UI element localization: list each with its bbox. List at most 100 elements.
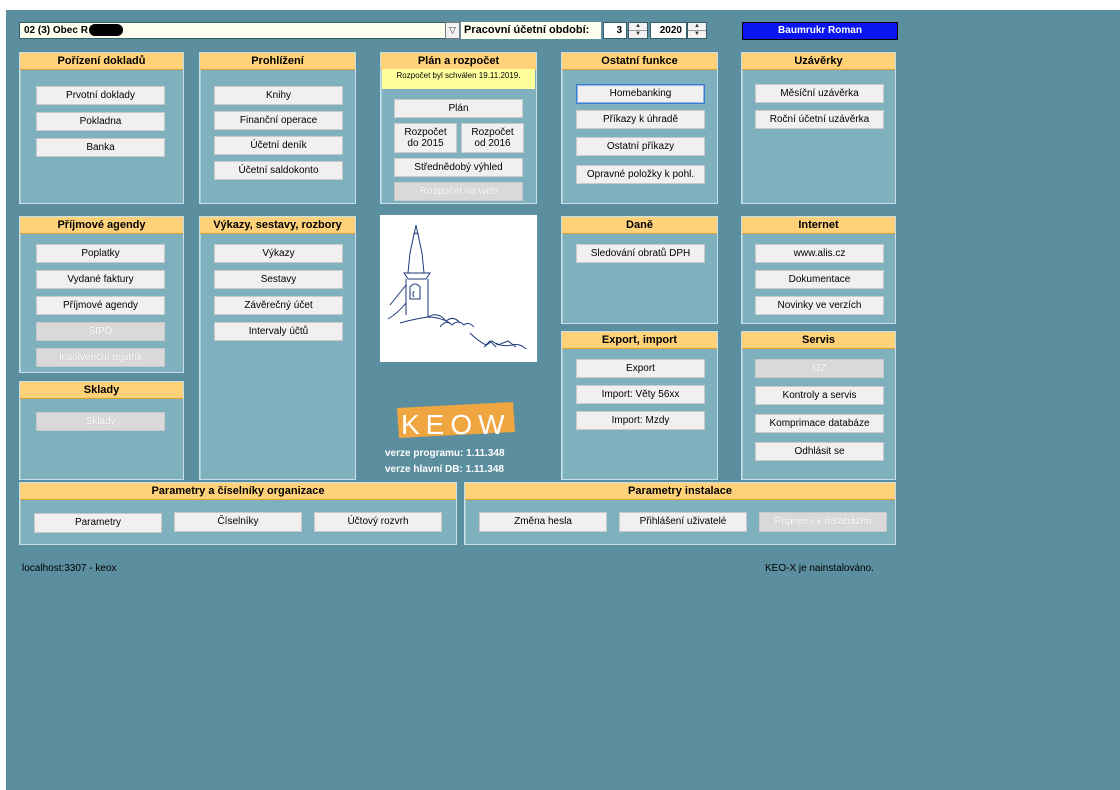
sledovani-obratu-dph-button[interactable]: Sledování obratů DPH bbox=[576, 244, 705, 263]
parametry-button[interactable]: Parametry bbox=[34, 513, 162, 533]
ucetni-saldokonto-button[interactable]: Účetní saldokonto bbox=[214, 161, 343, 180]
year-input[interactable]: 2020 bbox=[650, 22, 687, 39]
strednedoby-vyhled-button[interactable]: Střednědobý výhled bbox=[394, 158, 523, 177]
panel-title: Export, import bbox=[562, 332, 717, 349]
dokumentace-button[interactable]: Dokumentace bbox=[755, 270, 884, 289]
year-spinner[interactable]: ▲ ▼ bbox=[687, 22, 707, 39]
panel-sklady: Sklady Sklady bbox=[19, 381, 184, 480]
budget-approved-note: Rozpočet byl schválen 19.11.2019. bbox=[382, 69, 535, 89]
novinky-button[interactable]: Novinky ve verzích bbox=[755, 296, 884, 315]
financni-operace-button[interactable]: Finanční operace bbox=[214, 111, 343, 130]
ciselniky-button[interactable]: Číselníky bbox=[174, 512, 302, 532]
sestavy-button[interactable]: Sestavy bbox=[214, 270, 343, 289]
panel-title: Příjmové agendy bbox=[20, 217, 183, 234]
period-label: Pracovní účetní období: bbox=[461, 22, 601, 39]
panel-parametry-organizace: Parametry a číselníky organizace Paramet… bbox=[19, 482, 457, 545]
panel-prohlizeni: Prohlížení Knihy Finanční operace Účetní… bbox=[199, 52, 356, 204]
rozpocet-do-2015-button[interactable]: Rozpočet do 2015 bbox=[394, 123, 457, 153]
chevron-down-icon[interactable]: ▽ bbox=[445, 22, 460, 39]
panel-internet: Internet www.alis.cz Dokumentace Novinky… bbox=[741, 216, 896, 324]
pripojeni-k-databazim-button[interactable]: Připojení k databázím bbox=[759, 512, 887, 532]
insolvencni-rejstrik-button[interactable]: Insolvenční rejstřík bbox=[36, 348, 165, 367]
connection-status: localhost:3307 - keox bbox=[22, 563, 117, 574]
zmena-hesla-button[interactable]: Změna hesla bbox=[479, 512, 607, 532]
prihlaseni-uzivatele-button[interactable]: Přihlášení uživatelé bbox=[619, 512, 747, 532]
odhlasit-se-button[interactable]: Odhlásit se bbox=[755, 442, 884, 461]
sipo-button[interactable]: SIPO bbox=[36, 322, 165, 341]
logo-image bbox=[380, 215, 537, 362]
panel-title: Daně bbox=[562, 217, 717, 234]
prijmove-agendy-button[interactable]: Příjmové agendy bbox=[36, 296, 165, 315]
button-line: od 2016 bbox=[474, 138, 511, 149]
panel-export-import: Export, import Export Import: Věty 56xx … bbox=[561, 331, 718, 480]
panel-title: Výkazy, sestavy, rozbory bbox=[200, 217, 355, 234]
plan-button[interactable]: Plán bbox=[394, 99, 523, 118]
panel-dane: Daně Sledování obratů DPH bbox=[561, 216, 718, 324]
rozpocet-od-2016-button[interactable]: Rozpočet od 2016 bbox=[461, 123, 524, 153]
panel-vykazy: Výkazy, sestavy, rozbory Výkazy Sestavy … bbox=[199, 216, 356, 480]
rozpocet-na-web-button[interactable]: Rozpočet na web bbox=[394, 182, 523, 201]
panel-title: Pořízení dokladů bbox=[20, 53, 183, 70]
user-name: Baumrukr Roman bbox=[742, 22, 898, 40]
spin-up-icon[interactable]: ▲ bbox=[629, 23, 647, 31]
banka-button[interactable]: Banka bbox=[36, 138, 165, 157]
panel-title: Plán a rozpočet bbox=[381, 53, 536, 70]
month-input[interactable]: 3 bbox=[603, 22, 627, 39]
export-button[interactable]: Export bbox=[576, 359, 705, 378]
panel-parametry-instalace: Parametry instalace Změna hesla Přihláše… bbox=[464, 482, 896, 545]
ucetni-denik-button[interactable]: Účetní deník bbox=[214, 136, 343, 155]
panel-title: Ostatní funkce bbox=[562, 53, 717, 70]
panel-servis: Servis OZ Kontroly a servis Komprimace d… bbox=[741, 331, 896, 480]
panel-title: Parametry instalace bbox=[465, 483, 895, 500]
intervaly-uctu-button[interactable]: Intervaly účtů bbox=[214, 322, 343, 341]
opravne-polozky-button[interactable]: Opravné položky k pohl. bbox=[576, 165, 705, 184]
poplatky-button[interactable]: Poplatky bbox=[36, 244, 165, 263]
ostatni-prikazy-button[interactable]: Ostatní příkazy bbox=[576, 137, 705, 156]
import-vety-button[interactable]: Import: Věty 56xx bbox=[576, 385, 705, 404]
oz-button[interactable]: OZ bbox=[755, 359, 884, 378]
vykazy-button[interactable]: Výkazy bbox=[214, 244, 343, 263]
knihy-button[interactable]: Knihy bbox=[214, 86, 343, 105]
kontroly-a-servis-button[interactable]: Kontroly a servis bbox=[755, 386, 884, 405]
panel-ostatni-funkce: Ostatní funkce Homebanking Příkazy k úhr… bbox=[561, 52, 718, 204]
homebanking-button[interactable]: Homebanking bbox=[576, 84, 705, 104]
button-line: Rozpočet bbox=[471, 127, 514, 138]
db-version: verze hlavní DB: 1.11.348 bbox=[385, 464, 504, 475]
mesicni-uzaverka-button[interactable]: Měsíční uzávěrka bbox=[755, 84, 884, 103]
button-line: do 2015 bbox=[407, 138, 444, 149]
keow-logo: KEOW bbox=[395, 400, 520, 440]
redacted-block bbox=[88, 24, 123, 37]
panel-title: Internet bbox=[742, 217, 895, 234]
spin-down-icon[interactable]: ▼ bbox=[629, 31, 647, 38]
import-mzdy-button[interactable]: Import: Mzdy bbox=[576, 411, 705, 430]
sklady-button[interactable]: Sklady bbox=[36, 412, 165, 431]
window-left-edge bbox=[0, 0, 6, 790]
prikazy-k-uhrade-button[interactable]: Příkazy k úhradě bbox=[576, 110, 705, 129]
panel-title: Servis bbox=[742, 332, 895, 349]
month-spinner[interactable]: ▲ ▼ bbox=[628, 22, 648, 39]
organization-select[interactable]: 02 (3) Obec R bbox=[19, 22, 446, 39]
panel-plan-rozpocet: Plán a rozpočet Rozpočet byl schválen 19… bbox=[380, 52, 537, 204]
zaverecny-ucet-button[interactable]: Závěrečný účet bbox=[214, 296, 343, 315]
panel-porizeni-dokladu: Pořízení dokladů Prvotní doklady Pokladn… bbox=[19, 52, 184, 204]
www-alis-button[interactable]: www.alis.cz bbox=[755, 244, 884, 263]
spin-down-icon[interactable]: ▼ bbox=[688, 31, 706, 38]
keow-logo-graphic: KEOW bbox=[397, 402, 515, 440]
organization-name: 02 (3) Obec R bbox=[24, 25, 88, 36]
panel-prijmove-agendy: Příjmové agendy Poplatky Vydané faktury … bbox=[19, 216, 184, 373]
pokladna-button[interactable]: Pokladna bbox=[36, 112, 165, 131]
spin-up-icon[interactable]: ▲ bbox=[688, 23, 706, 31]
button-line: Rozpočet bbox=[404, 127, 447, 138]
church-drawing bbox=[387, 224, 527, 350]
vydane-faktury-button[interactable]: Vydané faktury bbox=[36, 270, 165, 289]
panel-uzaverky: Uzávěrky Měsíční uzávěrka Roční účetní u… bbox=[741, 52, 896, 204]
panel-title: Prohlížení bbox=[200, 53, 355, 70]
panel-title: Parametry a číselníky organizace bbox=[20, 483, 456, 500]
panel-title: Uzávěrky bbox=[742, 53, 895, 70]
prvotni-doklady-button[interactable]: Prvotní doklady bbox=[36, 86, 165, 105]
uctovy-rozvrh-button[interactable]: Účtový rozvrh bbox=[314, 512, 442, 532]
komprimace-databaze-button[interactable]: Komprimace databáze bbox=[755, 414, 884, 433]
rocni-uzaverka-button[interactable]: Roční účetní uzávěrka bbox=[755, 110, 884, 129]
install-status: KEO-X je nainstalováno. bbox=[765, 563, 874, 574]
program-version: verze programu: 1.11.348 bbox=[385, 448, 505, 459]
